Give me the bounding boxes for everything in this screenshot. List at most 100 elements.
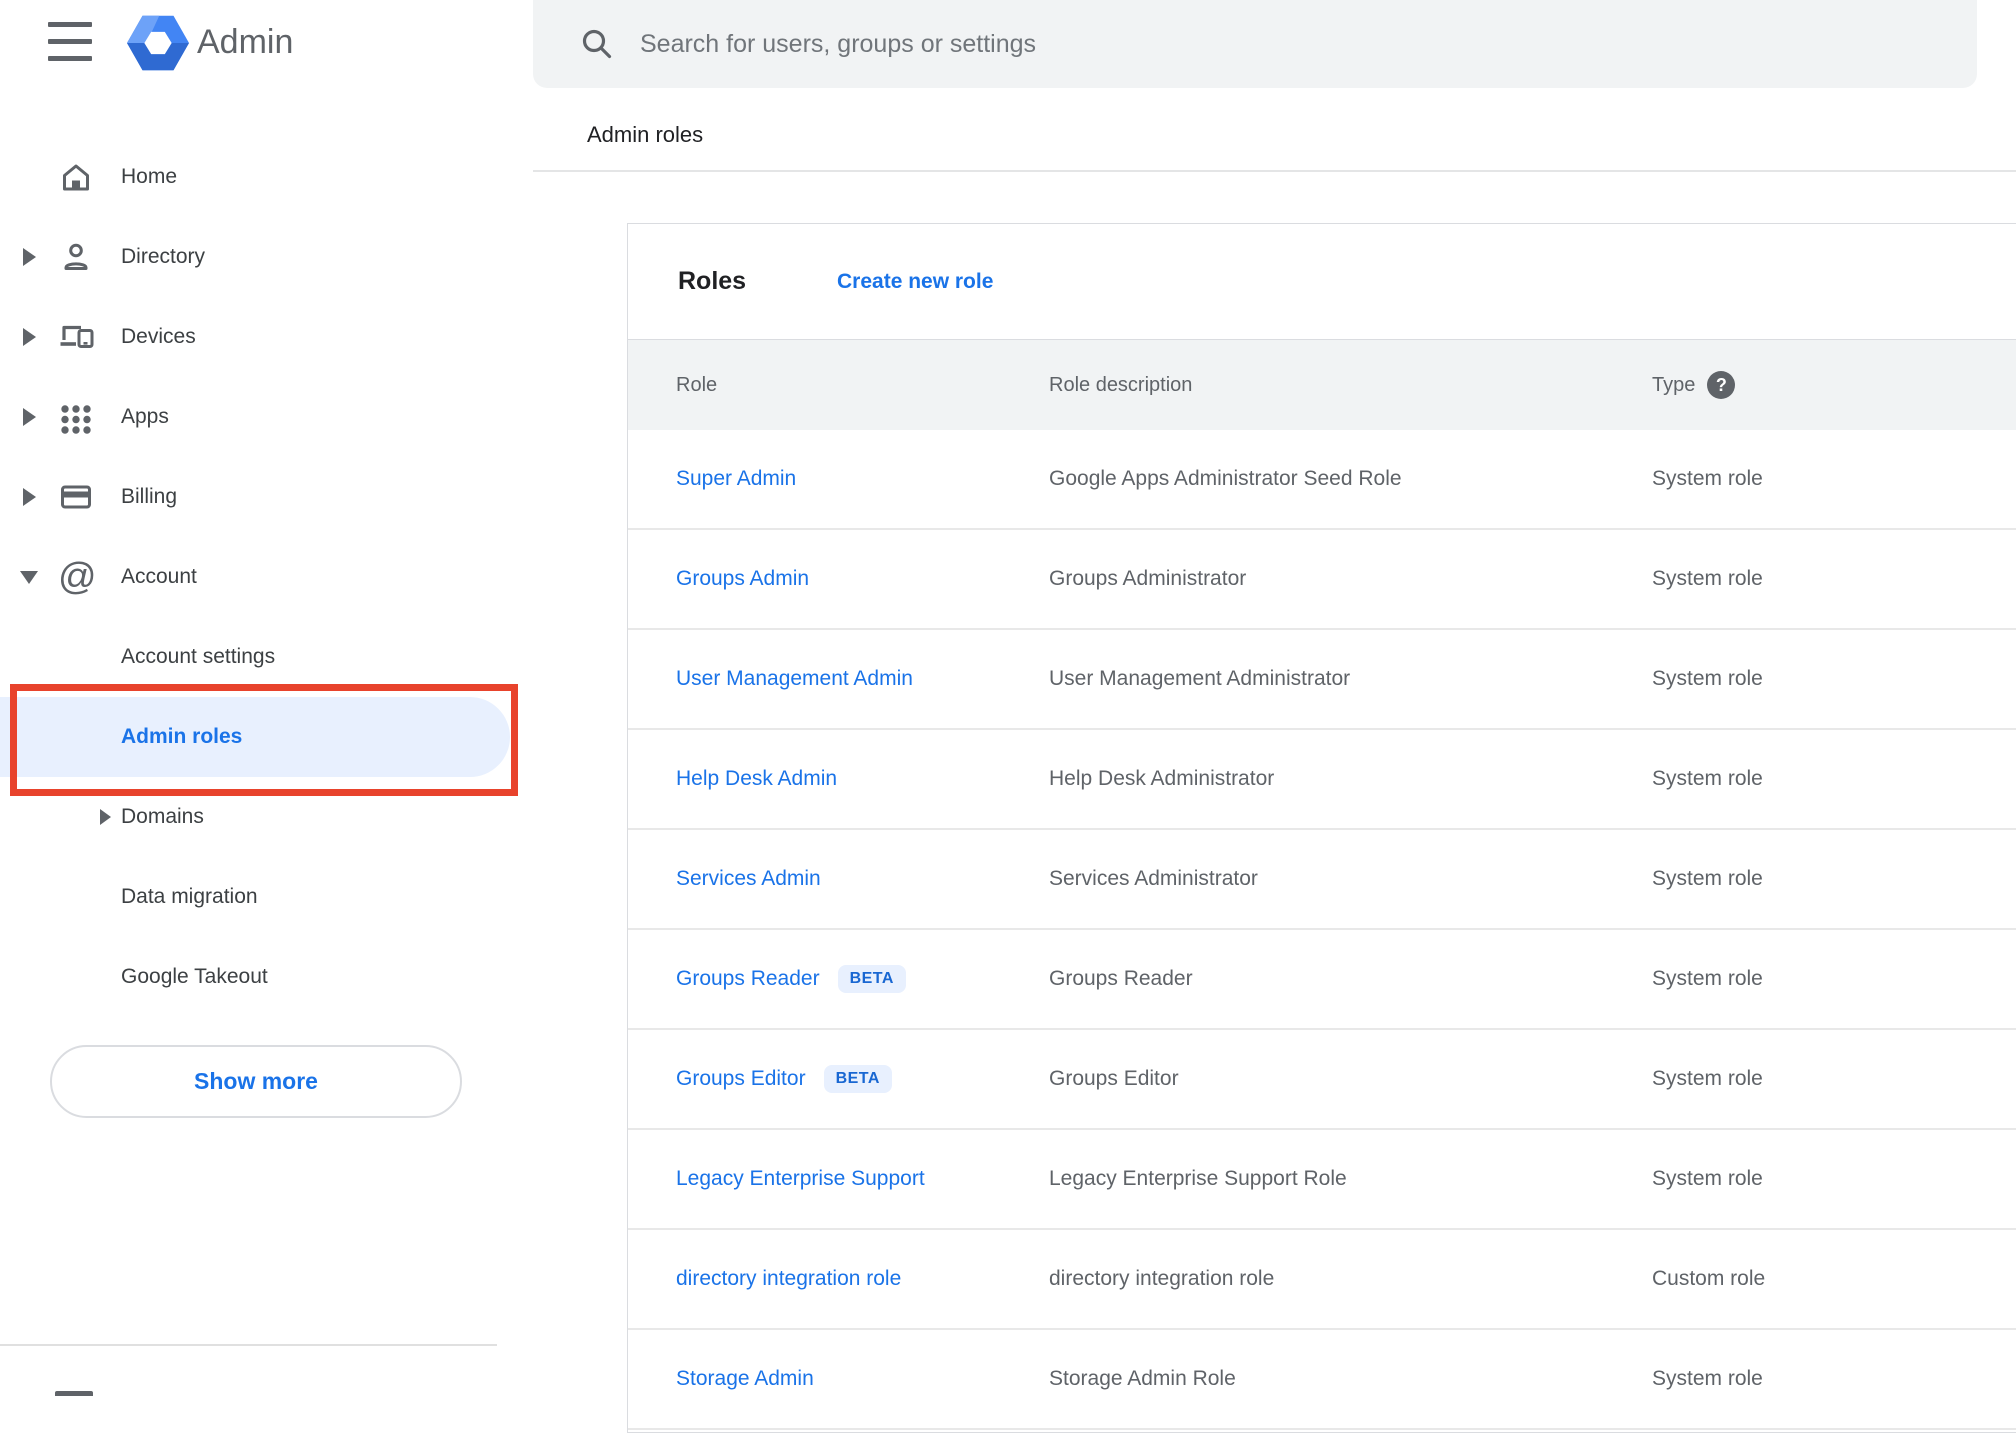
show-more-label: Show more	[194, 1068, 318, 1094]
role-link[interactable]: Storage Admin	[676, 1367, 814, 1391]
role-description: Legacy Enterprise Support Role	[1049, 1167, 1347, 1190]
role-description: Groups Administrator	[1049, 567, 1247, 590]
sidebar-item-admin-roles[interactable]: Admin roles	[0, 697, 510, 777]
table-row: Help Desk Admin Help Desk Administrator …	[628, 730, 2016, 830]
divider	[533, 170, 2016, 172]
sidebar-item-account-settings[interactable]: Account settings	[0, 617, 530, 697]
sidebar: Admin Home Directory Devices Apps Billin…	[0, 0, 530, 1396]
role-link[interactable]: Groups Reader	[676, 967, 820, 991]
at-sign-icon: @	[58, 556, 97, 598]
column-header-role: Role	[676, 373, 718, 396]
devices-icon	[58, 319, 94, 355]
table-header: Role Role description Type	[628, 339, 2016, 430]
role-description: directory integration role	[1049, 1267, 1275, 1290]
card-title: Roles	[678, 267, 747, 295]
sidebar-item-label: Apps	[121, 405, 169, 428]
role-description: Services Administrator	[1049, 867, 1258, 890]
role-type: System role	[1652, 1367, 1763, 1390]
table-row: Legacy Enterprise Support Legacy Enterpr…	[628, 1130, 2016, 1230]
home-icon	[58, 159, 94, 195]
chevron-right-icon	[23, 248, 36, 266]
sidebar-item-devices[interactable]: Devices	[0, 297, 530, 377]
sidebar-item-label: Home	[121, 165, 178, 188]
sidebar-item-apps[interactable]: Apps	[0, 377, 530, 457]
sidebar-item-label: Data migration	[121, 885, 258, 908]
role-description: Groups Reader	[1049, 967, 1193, 990]
sidebar-item-label: Account settings	[121, 645, 276, 668]
role-link[interactable]: Services Admin	[676, 867, 821, 891]
role-link[interactable]: Groups Admin	[676, 567, 809, 591]
role-description: Storage Admin Role	[1049, 1367, 1236, 1390]
sidebar-item-home[interactable]: Home	[0, 137, 530, 217]
role-type: System role	[1652, 867, 1763, 890]
role-link[interactable]: Legacy Enterprise Support	[676, 1167, 925, 1191]
column-header-type: Type	[1652, 340, 1736, 430]
menu-icon[interactable]	[48, 22, 92, 62]
role-link[interactable]: directory integration role	[676, 1267, 901, 1291]
chevron-right-icon	[23, 328, 36, 346]
app-title: Admin	[197, 23, 294, 61]
sidebar-divider	[0, 1344, 497, 1346]
role-type: System role	[1652, 1167, 1763, 1190]
roles-card: Roles Create new role Role Role descript…	[627, 223, 2016, 1433]
sidebar-item-google-takeout[interactable]: Google Takeout	[0, 937, 530, 1017]
role-type: System role	[1652, 767, 1763, 790]
sidebar-item-directory[interactable]: Directory	[0, 217, 530, 297]
chevron-down-icon	[20, 571, 38, 584]
role-type: Custom role	[1652, 1267, 1766, 1290]
role-description: Google Apps Administrator Seed Role	[1049, 467, 1402, 490]
role-type: System role	[1652, 467, 1763, 490]
show-more-button[interactable]: Show more	[50, 1045, 462, 1118]
create-new-role-link[interactable]: Create new role	[837, 224, 993, 339]
table-row: Groups Admin Groups Administrator System…	[628, 530, 2016, 630]
partial-bottom-icon	[55, 1391, 93, 1396]
sidebar-item-label: Account	[121, 565, 197, 588]
table-row: User Management Admin User Management Ad…	[628, 630, 2016, 730]
chevron-right-icon	[100, 809, 111, 825]
chevron-right-icon	[23, 488, 36, 506]
table-row: Groups Editor BETA Groups Editor System …	[628, 1030, 2016, 1130]
table-row: Services Admin Services Administrator Sy…	[628, 830, 2016, 930]
admin-logo-icon	[127, 11, 189, 75]
role-description: Help Desk Administrator	[1049, 767, 1275, 790]
role-type: System role	[1652, 567, 1763, 590]
sidebar-item-label: Billing	[121, 485, 178, 508]
search-bar[interactable]	[533, 0, 1977, 88]
role-type: System role	[1652, 967, 1763, 990]
role-link[interactable]: User Management Admin	[676, 667, 913, 691]
column-header-description: Role description	[1049, 373, 1193, 396]
search-icon	[580, 27, 614, 61]
role-type: System role	[1652, 667, 1763, 690]
table-row: Storage Admin Storage Admin Role System …	[628, 1330, 2016, 1430]
credit-card-icon	[58, 479, 94, 515]
card-header: Roles Create new role	[628, 224, 2016, 339]
beta-badge: BETA	[823, 1065, 892, 1093]
role-link[interactable]: Help Desk Admin	[676, 767, 837, 791]
sidebar-item-label: Admin roles	[121, 725, 243, 748]
search-input[interactable]	[638, 28, 1977, 60]
sidebar-item-label: Domains	[121, 805, 204, 828]
sidebar-item-billing[interactable]: Billing	[0, 457, 530, 537]
sidebar-item-label: Devices	[121, 325, 196, 348]
sidebar-item-account[interactable]: @ Account	[0, 537, 530, 617]
sidebar-item-data-migration[interactable]: Data migration	[0, 857, 530, 937]
beta-badge: BETA	[837, 965, 906, 993]
role-link[interactable]: Groups Editor	[676, 1067, 806, 1091]
sidebar-item-label: Directory	[121, 245, 206, 268]
sidebar-nav: Home Directory Devices Apps Billing @ Ac…	[0, 137, 530, 1017]
role-description: Groups Editor	[1049, 1067, 1179, 1090]
help-icon[interactable]	[1707, 371, 1736, 399]
table-row: Super Admin Google Apps Administrator Se…	[628, 430, 2016, 530]
chevron-right-icon	[23, 408, 36, 426]
role-link[interactable]: Super Admin	[676, 467, 796, 491]
sidebar-item-domains[interactable]: Domains	[0, 777, 530, 857]
role-description: User Management Administrator	[1049, 667, 1351, 690]
person-icon	[58, 239, 94, 275]
table-body: Super Admin Google Apps Administrator Se…	[628, 430, 2016, 1430]
table-row: Groups Reader BETA Groups Reader System …	[628, 930, 2016, 1030]
breadcrumb: Admin roles	[587, 122, 704, 147]
table-row: directory integration role directory int…	[628, 1230, 2016, 1330]
role-type: System role	[1652, 1067, 1763, 1090]
sidebar-item-label: Google Takeout	[121, 965, 268, 988]
apps-grid-icon	[58, 399, 94, 435]
